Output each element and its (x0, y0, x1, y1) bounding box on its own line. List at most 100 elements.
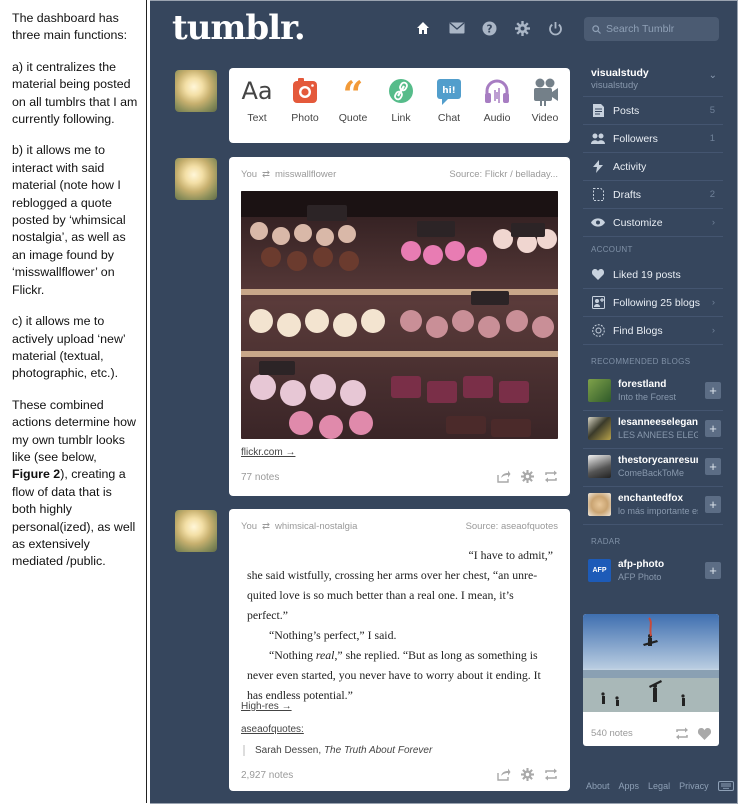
sidebar-item-posts[interactable]: Posts 5 (583, 97, 723, 125)
sidebar-item-followers[interactable]: Followers 1 (583, 125, 723, 153)
recommended-blog[interactable]: forestland Into the Forest + (583, 373, 723, 411)
reblog-icon[interactable] (544, 470, 558, 483)
gear-icon[interactable] (511, 17, 533, 39)
blog-name[interactable]: thestorycanresume (618, 455, 698, 466)
blog-name[interactable]: enchantedfox (618, 493, 698, 504)
avatar[interactable] (175, 510, 217, 552)
reblog-icon[interactable] (675, 727, 689, 745)
avatar[interactable] (175, 70, 217, 112)
post-source[interactable]: Source: aseaofquotes (466, 521, 558, 532)
footer-link-apps[interactable]: Apps (619, 781, 640, 793)
post-author[interactable]: You (241, 521, 257, 532)
sidebar-item-label: Liked 19 posts (613, 268, 681, 281)
follow-button[interactable]: + (705, 496, 721, 513)
sidebar-item-find-blogs[interactable]: Find Blogs › (583, 317, 723, 345)
radar-blog[interactable]: AFP afp-photo AFP Photo + (583, 553, 723, 587)
annotation-point-a: a) it centralizes the material being pos… (12, 59, 138, 127)
footer-link-about[interactable]: About (586, 781, 610, 793)
reblogged-from[interactable]: misswallflower (275, 169, 336, 180)
post-photo[interactable] (241, 191, 558, 439)
footer-link-privacy[interactable]: Privacy (679, 781, 709, 793)
blog-title: LES ANNEES ELEGANTES (618, 430, 698, 440)
search-box[interactable] (584, 17, 719, 41)
source-blog-link[interactable]: aseaofquotes: (241, 724, 304, 735)
post-type-video[interactable]: Video (523, 74, 567, 124)
svg-text:“: “ (343, 74, 364, 108)
post-author[interactable]: You (241, 169, 257, 180)
blog-thumbnail (588, 417, 611, 440)
search-input[interactable] (606, 23, 706, 35)
post-actions (497, 768, 558, 781)
notes-count[interactable]: 2,927 notes (241, 770, 293, 781)
gear-icon[interactable] (521, 768, 534, 781)
recommended-blog[interactable]: thestorycanresume ComeBackToMe + (583, 449, 723, 487)
notes-count[interactable]: 540 notes (591, 728, 633, 739)
blog-name[interactable]: afp-photo (618, 559, 698, 570)
follow-button[interactable]: + (705, 420, 721, 437)
reblogged-from[interactable]: whimsical-nostalgia (275, 521, 357, 532)
follow-button[interactable]: + (705, 382, 721, 399)
annotation-figure-ref: Figure 2 (12, 467, 61, 482)
quote-emphasis: real (315, 648, 335, 662)
sidebar-item-count: 1 (709, 133, 715, 144)
footer-link-legal[interactable]: Legal (648, 781, 670, 793)
quote-line: “Nothing’s perfect,” I said. (269, 628, 397, 642)
reblog-icon[interactable] (544, 768, 558, 781)
sidebar-item-following[interactable]: Following 25 blogs › (583, 289, 723, 317)
post-source[interactable]: Source: Flickr / belladay... (449, 169, 558, 180)
keyboard-icon[interactable] (717, 781, 734, 793)
blog-name[interactable]: forestland (618, 379, 698, 390)
chevron-right-icon: › (711, 217, 715, 228)
post-type-bar: Aa Text Photo “ Quote Link hi! Chat Audi… (229, 68, 570, 143)
post-type-label: Photo (291, 112, 319, 124)
post-type-photo[interactable]: Photo (283, 74, 327, 124)
radar-photo[interactable] (583, 614, 719, 712)
post-type-link[interactable]: Link (379, 74, 423, 124)
quote-citation: Sarah Dessen, The Truth About Forever (243, 745, 432, 756)
blog-name[interactable]: lesanneeselegantes (618, 417, 698, 428)
blog-thumbnail (588, 379, 611, 402)
sidebar-item-likes[interactable]: Liked 19 posts (583, 261, 723, 289)
reblog-icon: ⇄ (262, 521, 270, 532)
avatar[interactable] (175, 158, 217, 200)
recommended-blog[interactable]: lesanneeselegantes LES ANNEES ELEGANTES … (583, 411, 723, 449)
quote-icon: “ (343, 74, 364, 108)
quote-text: “I have to admit,” she said wistfully, c… (247, 545, 553, 705)
sidebar-item-label: Following 25 blogs (613, 296, 700, 309)
radar-heading: RADAR (591, 536, 621, 546)
follow-button[interactable]: + (705, 458, 721, 475)
source-link[interactable]: flickr.com → (241, 447, 295, 458)
high-res-link[interactable]: High-res → (241, 701, 292, 712)
share-icon[interactable] (497, 470, 511, 483)
heart-icon[interactable] (697, 727, 712, 745)
share-icon[interactable] (497, 768, 511, 781)
quote-line: “Nothing real,” she replied. “But as lon… (247, 645, 553, 705)
quote-line: “I have to admit,” (468, 548, 553, 562)
sidebar-item-count: 2 (709, 189, 715, 200)
account-heading: ACCOUNT (591, 244, 633, 254)
home-icon[interactable] (412, 17, 434, 39)
radar-post[interactable]: 540 notes (583, 614, 719, 746)
post-type-text[interactable]: Aa Text (235, 74, 279, 124)
following-icon (591, 296, 605, 309)
post-type-audio[interactable]: Audio (475, 74, 519, 124)
tumblr-logo[interactable]: tumblr. (172, 8, 306, 48)
chevron-right-icon: › (711, 297, 715, 308)
blog-thumbnail (588, 493, 611, 516)
gear-icon[interactable] (521, 470, 534, 483)
sidebar-item-customize[interactable]: Customize › (583, 209, 723, 237)
post-type-chat[interactable]: hi! Chat (427, 74, 471, 124)
help-icon[interactable]: ? (478, 17, 500, 39)
blog-title: ComeBackToMe (618, 468, 685, 478)
power-icon[interactable] (544, 17, 566, 39)
account-switcher[interactable]: visualstudy visualstudy ⌄ (583, 56, 723, 97)
sidebar-item-drafts[interactable]: Drafts 2 (583, 181, 723, 209)
sidebar-item-activity[interactable]: Activity (583, 153, 723, 181)
mail-icon[interactable] (446, 17, 468, 39)
tumblr-dashboard: tumblr. ? Aa Text Photo (150, 0, 738, 803)
recommended-blog[interactable]: enchantedfox lo más importante es + (583, 487, 723, 525)
notes-count[interactable]: 77 notes (241, 472, 279, 483)
follow-button[interactable]: + (705, 562, 721, 579)
post-type-quote[interactable]: “ Quote (331, 74, 375, 124)
annotation-point-c: c) it allows me to actively upload ‘new’… (12, 314, 126, 381)
